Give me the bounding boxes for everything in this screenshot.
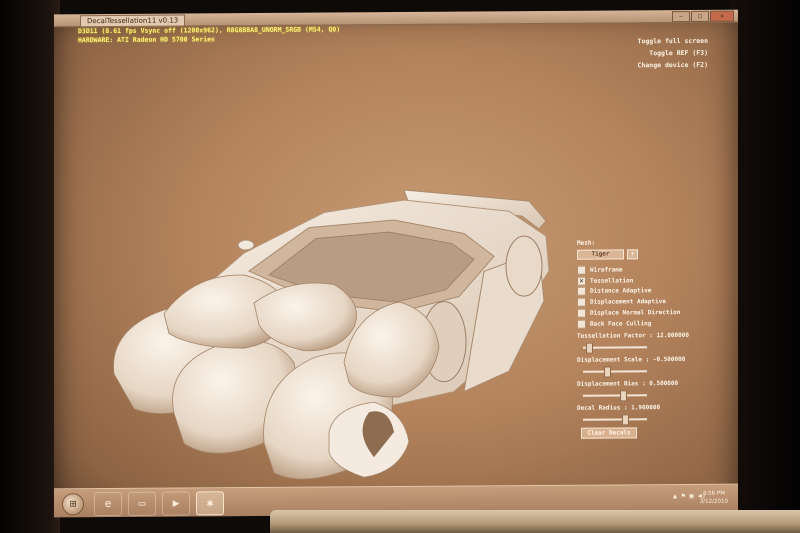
mesh-label: Mesh: bbox=[577, 239, 596, 247]
distance-adaptive-label: Distance Adaptive bbox=[590, 287, 652, 296]
displacement-scale-label: Displacement Scale : -0.500000 bbox=[577, 355, 686, 364]
network-icon[interactable]: ▣ bbox=[689, 492, 693, 500]
displace-normal-direction-checkbox[interactable] bbox=[577, 308, 586, 318]
back-face-culling-checkbox-row[interactable]: Back Face Culling bbox=[577, 318, 707, 330]
tessellation-checkbox[interactable]: ✕ bbox=[577, 276, 586, 286]
wireframe-checkbox[interactable] bbox=[577, 265, 586, 275]
slider-thumb[interactable] bbox=[619, 390, 627, 402]
slider-thumb[interactable] bbox=[604, 366, 612, 378]
displacement-adaptive-checkbox[interactable] bbox=[577, 297, 586, 308]
windows-start-icon[interactable]: ⊞ bbox=[62, 493, 84, 516]
mesh-select-row: Tiger ▾ bbox=[577, 248, 707, 261]
slider-track bbox=[583, 370, 647, 373]
projected-screen: DecalTessellation11 v0.13 – □ ✕ D3D11 (8… bbox=[54, 9, 738, 518]
room-wall-right bbox=[730, 0, 800, 533]
clock-date: 3/12/2010 bbox=[699, 498, 728, 505]
chevron-down-icon[interactable]: ▾ bbox=[627, 249, 638, 260]
settings-panel: Mesh: Tiger ▾ Wireframe ✕ Tessellation D… bbox=[577, 238, 707, 439]
slider-track bbox=[583, 394, 647, 397]
displacement-bias-label: Displacement Bias : 0.500000 bbox=[577, 379, 679, 388]
displace-normal-direction-label: Displace Normal Direction bbox=[590, 309, 681, 317]
decal-radius-label: Decal Radius : 1.900000 bbox=[577, 403, 661, 412]
displacement-adaptive-label: Displacement Adaptive bbox=[590, 298, 666, 306]
tessellation-label: Tessellation bbox=[590, 277, 634, 285]
folder-icon[interactable]: ▭ bbox=[128, 491, 156, 516]
stage-floor bbox=[270, 510, 800, 533]
decal-app-icon[interactable]: ✱ bbox=[196, 491, 224, 516]
action-center-icon[interactable]: ⚑ bbox=[681, 492, 685, 500]
back-face-culling-label: Back Face Culling bbox=[590, 320, 652, 328]
displacement-bias-slider[interactable] bbox=[583, 389, 647, 402]
tessellation-factor-label: Tessellation Factor : 12.000000 bbox=[577, 331, 689, 340]
slider-thumb[interactable] bbox=[621, 414, 629, 426]
tessellation-factor-slider[interactable] bbox=[583, 341, 647, 354]
slider-thumb[interactable] bbox=[586, 342, 594, 354]
back-face-culling-checkbox[interactable] bbox=[577, 319, 586, 329]
wireframe-label: Wireframe bbox=[590, 266, 623, 274]
media-player-icon[interactable]: ▶ bbox=[162, 491, 190, 516]
internet-explorer-icon[interactable]: e bbox=[94, 491, 122, 517]
clear-decals-button[interactable]: Clear Decals bbox=[581, 427, 637, 439]
clock-time: 3:56 PM bbox=[702, 490, 725, 497]
tray-expand-icon[interactable]: ▲ bbox=[673, 492, 677, 500]
slider-track bbox=[583, 418, 647, 421]
room-wall-left bbox=[0, 0, 60, 533]
distance-adaptive-checkbox[interactable] bbox=[577, 287, 586, 297]
taskbar-clock[interactable]: 3:56 PM 3/12/2010 bbox=[700, 490, 728, 506]
decal-radius-slider[interactable] bbox=[583, 413, 647, 426]
mesh-dropdown[interactable]: Tiger bbox=[577, 249, 624, 260]
displacement-scale-slider[interactable] bbox=[583, 365, 647, 378]
